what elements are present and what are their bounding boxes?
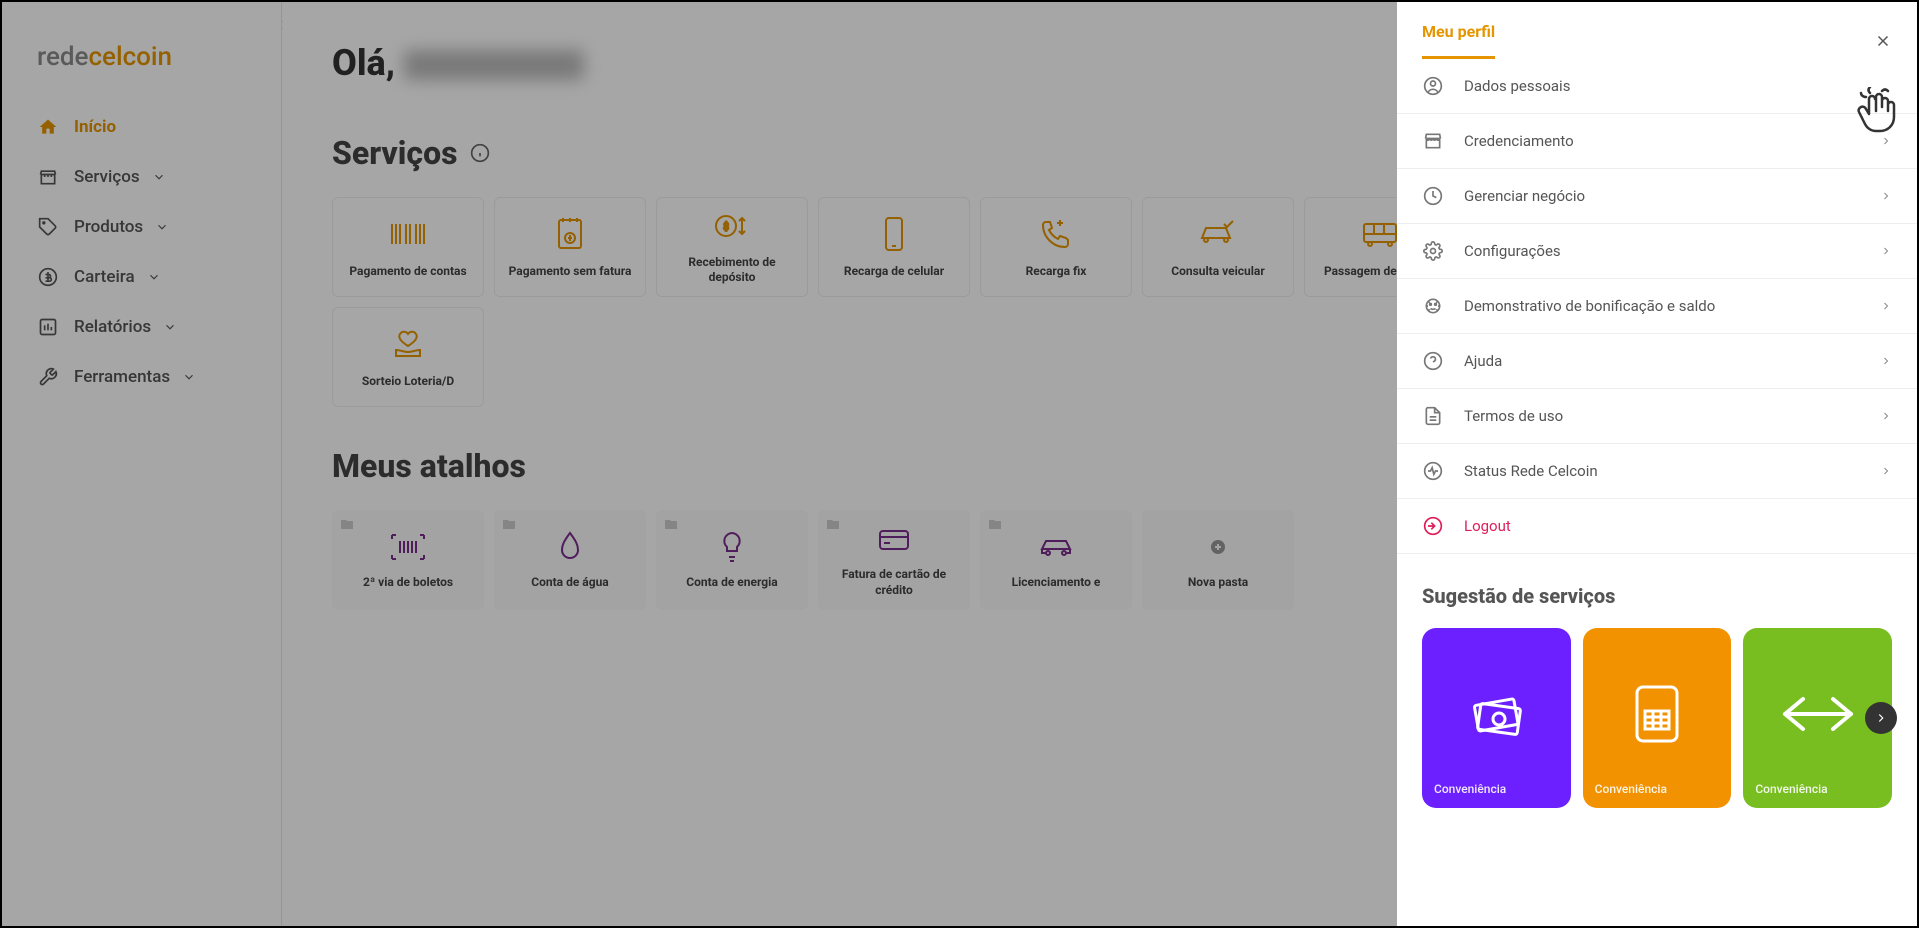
- transfer-icon: [1755, 646, 1880, 782]
- profile-item-label: Ajuda: [1464, 352, 1880, 370]
- profile-panel: Meu perfil Dados pessoais Credenciamento…: [1397, 2, 1917, 926]
- suggestion-card-2[interactable]: Conveniência: [1583, 628, 1732, 808]
- user-icon: [1422, 75, 1444, 97]
- lion-icon: [1422, 295, 1444, 317]
- profile-item-label: Termos de uso: [1464, 407, 1880, 425]
- pulse-icon: [1422, 460, 1444, 482]
- gear-icon: [1422, 240, 1444, 262]
- profile-item-status[interactable]: Status Rede Celcoin: [1397, 444, 1917, 499]
- help-icon: [1422, 350, 1444, 372]
- profile-header: Meu perfil: [1397, 2, 1917, 59]
- chip-icon: [1595, 646, 1720, 782]
- store-icon: [1422, 130, 1444, 152]
- suggestion-grid: Conveniência Conveniência Conveniência: [1422, 628, 1892, 808]
- chevron-right-icon: [1880, 410, 1892, 422]
- suggestion-category: Conveniência: [1595, 782, 1720, 796]
- money-icon: [1434, 646, 1559, 782]
- chevron-right-icon: [1880, 355, 1892, 367]
- chevron-right-icon: [1880, 190, 1892, 202]
- suggestions-next-button[interactable]: [1865, 702, 1897, 734]
- profile-item-label: Dados pessoais: [1464, 77, 1892, 95]
- chevron-right-icon: [1880, 300, 1892, 312]
- profile-item-label: Credenciamento: [1464, 132, 1880, 150]
- suggestion-category: Conveniência: [1434, 782, 1559, 796]
- suggestion-card-1[interactable]: Conveniência: [1422, 628, 1571, 808]
- logout-label: Logout: [1464, 517, 1892, 535]
- chevron-right-icon: [1880, 465, 1892, 477]
- suggestion-section: Sugestão de serviços Conveniência Conven…: [1397, 554, 1917, 838]
- profile-item-dados-pessoais[interactable]: Dados pessoais: [1397, 59, 1917, 114]
- profile-item-configuracoes[interactable]: Configurações: [1397, 224, 1917, 279]
- suggestion-title: Sugestão de serviços: [1422, 584, 1892, 608]
- suggestion-category: Conveniência: [1755, 782, 1880, 796]
- profile-item-termos[interactable]: Termos de uso: [1397, 389, 1917, 444]
- profile-item-logout[interactable]: Logout: [1397, 499, 1917, 554]
- profile-item-gerenciar-negocio[interactable]: Gerenciar negócio: [1397, 169, 1917, 224]
- profile-item-ajuda[interactable]: Ajuda: [1397, 334, 1917, 389]
- chevron-right-icon: [1880, 245, 1892, 257]
- doc-icon: [1422, 405, 1444, 427]
- profile-item-label: Gerenciar negócio: [1464, 187, 1880, 205]
- profile-item-label: Configurações: [1464, 242, 1880, 260]
- profile-tab[interactable]: Meu perfil: [1422, 22, 1495, 59]
- cursor-hand-illustration: [1852, 87, 1902, 143]
- profile-item-label: Status Rede Celcoin: [1464, 462, 1880, 480]
- close-button[interactable]: [1874, 32, 1892, 50]
- profile-item-label: Demonstrativo de bonificação e saldo: [1464, 297, 1880, 315]
- profile-item-credenciamento[interactable]: Credenciamento: [1397, 114, 1917, 169]
- logout-icon: [1422, 515, 1444, 537]
- profile-item-demonstrativo[interactable]: Demonstrativo de bonificação e saldo: [1397, 279, 1917, 334]
- clock-icon: [1422, 185, 1444, 207]
